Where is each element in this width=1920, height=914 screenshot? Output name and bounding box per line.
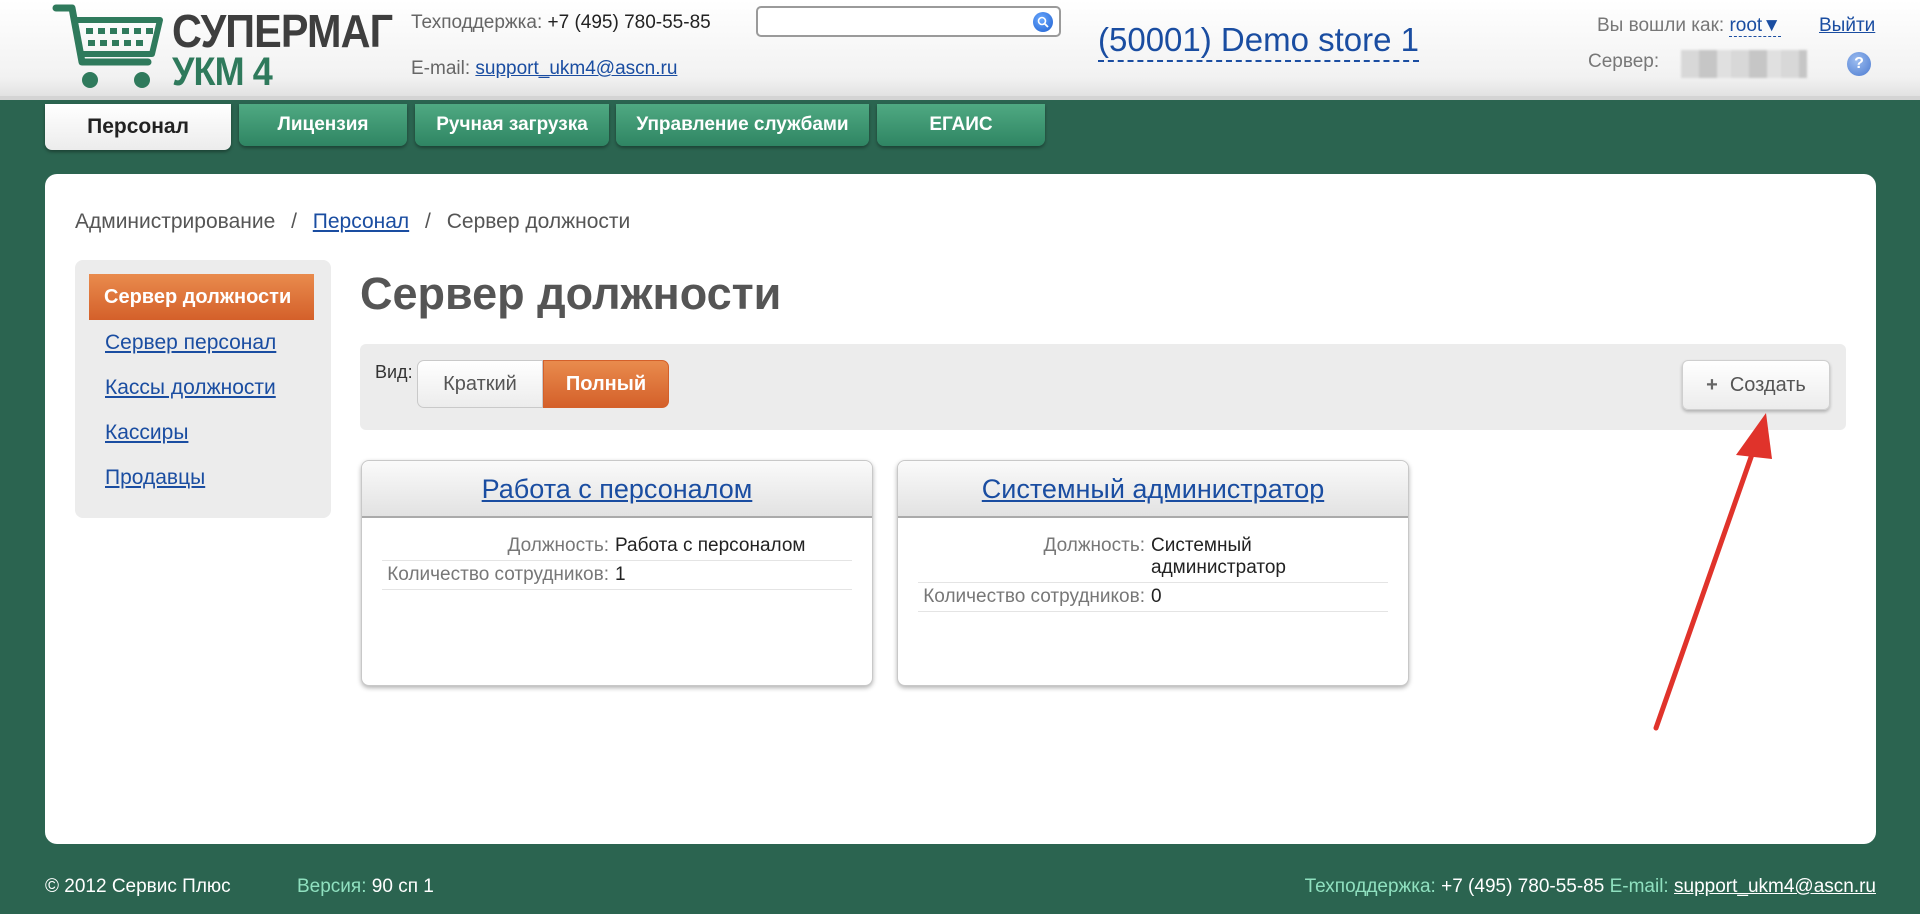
tab-egais[interactable]: ЕГАИС: [877, 104, 1045, 146]
header: СУПЕРМАГ УКМ 4 Техподдержка: +7 (495) 78…: [0, 0, 1920, 100]
logout-link[interactable]: Выйти: [1819, 15, 1875, 37]
card-body: Должность: Системный администратор Колич…: [898, 518, 1408, 612]
create-button[interactable]: + Создать: [1682, 360, 1830, 410]
breadcrumb-separator: /: [425, 210, 431, 233]
plus-icon: +: [1706, 373, 1718, 396]
view-toggle: Краткий Полный: [417, 360, 669, 408]
view-short-button[interactable]: Краткий: [417, 360, 543, 408]
create-button-label: Создать: [1729, 373, 1806, 396]
version-value: 90 сп 1: [371, 876, 434, 897]
count-label: Количество сотрудников:: [923, 586, 1145, 607]
support-label: Техподдержка:: [411, 12, 543, 33]
count-value: 1: [615, 564, 626, 585]
card-header: Работа с персоналом: [362, 461, 872, 518]
toolbar: Вид: Краткий Полный + Создать: [360, 344, 1846, 430]
header-support: Техподдержка: +7 (495) 780-55-85: [411, 12, 711, 34]
footer-copyright: © 2012 Сервис Плюс: [45, 876, 231, 897]
position-value-line2: администратор: [1151, 557, 1286, 578]
breadcrumb: Администрирование / Персонал / Сервер до…: [75, 210, 630, 234]
footer-contacts: Техподдержка: +7 (495) 780-55-85 E-mail:…: [1305, 876, 1876, 898]
sidenav-item-cash-positions[interactable]: Кассы должности: [105, 376, 276, 400]
breadcrumb-current: Сервер должности: [446, 210, 631, 233]
search-input[interactable]: [764, 8, 1024, 34]
count-value: 0: [1151, 586, 1162, 607]
sidenav-item-position-server[interactable]: Сервер должности: [89, 274, 314, 320]
card-header: Системный администратор: [898, 461, 1408, 518]
sidenav-item-cashiers[interactable]: Кассиры: [105, 421, 188, 445]
footer-version: Версия: 90 сп 1: [297, 876, 434, 898]
search-box[interactable]: [756, 6, 1061, 37]
email-link[interactable]: support_ukm4@ascn.ru: [475, 58, 677, 79]
position-label: Должность:: [507, 535, 609, 556]
tab-personnel[interactable]: Персонал: [45, 104, 231, 150]
main-panel: Администрирование / Персонал / Сервер до…: [45, 174, 1876, 844]
help-icon[interactable]: ?: [1847, 52, 1871, 76]
footer-email-label: E-mail:: [1609, 876, 1669, 897]
search-button[interactable]: [1033, 12, 1053, 32]
card-body: Должность: Работа с персоналом Количеств…: [362, 518, 872, 590]
position-card: Работа с персоналом Должность: Работа с …: [361, 460, 873, 686]
support-phone: +7 (495) 780-55-85: [547, 12, 711, 33]
search-icon: [1037, 16, 1049, 28]
card-row-count: Количество сотрудников: 0: [918, 583, 1388, 612]
server-value-redacted: [1681, 50, 1807, 78]
breadcrumb-separator: /: [291, 210, 297, 233]
store-selector[interactable]: (50001) Demo store 1: [1098, 20, 1419, 62]
count-label: Количество сотрудников:: [387, 564, 609, 585]
side-nav: Сервер должности Сервер персонал Кассы д…: [75, 260, 331, 518]
breadcrumb-link-personnel[interactable]: Персонал: [313, 210, 409, 233]
view-label: Вид:: [375, 362, 413, 382]
footer-support-phone: +7 (495) 780-55-85: [1441, 876, 1605, 897]
position-value: Системный администратор: [1151, 535, 1388, 579]
card-row-count: Количество сотрудников: 1: [382, 561, 852, 590]
page-title: Сервер должности: [360, 268, 782, 319]
user-dropdown[interactable]: root▼: [1729, 15, 1781, 37]
card-row-position: Должность: Системный администратор: [918, 532, 1388, 583]
position-value: Работа с персоналом: [615, 535, 806, 556]
tab-manual-load[interactable]: Ручная загрузка: [415, 104, 609, 146]
card-title-link[interactable]: Работа с персоналом: [482, 474, 753, 504]
position-label: Должность:: [1043, 535, 1145, 556]
footer-email-link[interactable]: support_ukm4@ascn.ru: [1674, 876, 1876, 897]
breadcrumb-root: Администрирование: [75, 210, 276, 233]
sidenav-item-personnel-server[interactable]: Сервер персонал: [105, 331, 276, 355]
view-full-button[interactable]: Полный: [543, 360, 669, 408]
logged-in-info: Вы вошли как: root▼: [1597, 15, 1781, 37]
card-row-position: Должность: Работа с персоналом: [382, 532, 852, 561]
version-label: Версия:: [297, 876, 367, 897]
logged-in-label: Вы вошли как:: [1597, 15, 1725, 36]
footer-support-label: Техподдержка:: [1304, 876, 1436, 897]
logo[interactable]: СУПЕРМАГ УКМ 4: [52, 2, 393, 94]
cart-logo-icon: [52, 4, 163, 88]
position-card: Системный администратор Должность: Систе…: [897, 460, 1409, 686]
email-label: E-mail:: [411, 58, 471, 79]
server-label: Сервер:: [1588, 51, 1660, 72]
logo-text-ukm: УКМ 4: [172, 50, 273, 94]
header-email: E-mail: support_ukm4@ascn.ru: [411, 58, 677, 80]
sidenav-item-sellers[interactable]: Продавцы: [105, 466, 205, 490]
red-arrow-icon: [1653, 413, 1772, 731]
tab-license[interactable]: Лицензия: [239, 104, 407, 146]
position-value-line1: Системный: [1151, 535, 1252, 556]
tab-services[interactable]: Управление службами: [616, 104, 869, 146]
card-title-link[interactable]: Системный администратор: [982, 474, 1324, 504]
